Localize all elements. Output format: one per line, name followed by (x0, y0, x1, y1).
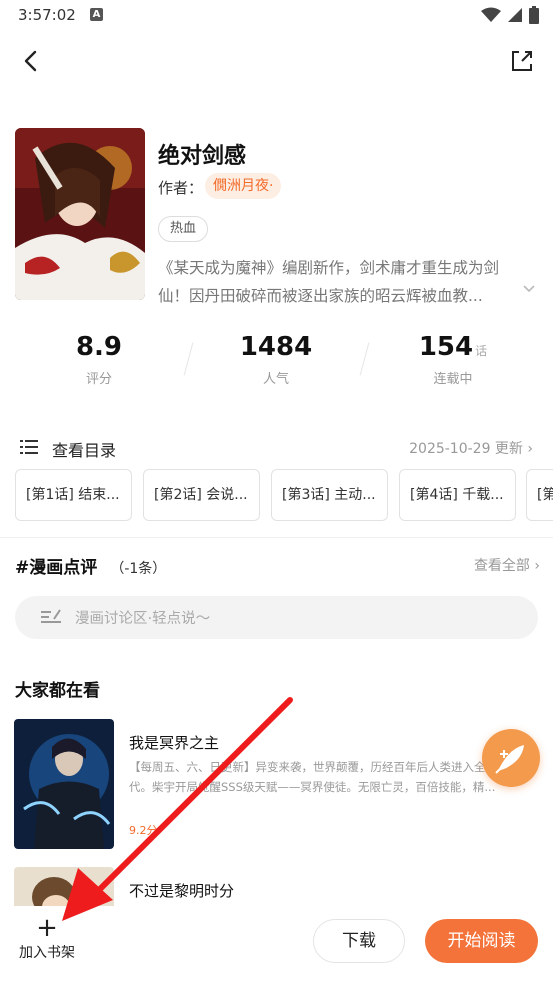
stat-popularity: 1484 人气 (201, 332, 351, 387)
start-reading-button[interactable]: 开始阅读 (425, 919, 538, 963)
status-time: 3:57:02 (18, 6, 76, 24)
comic-title: 绝对剑感 (158, 144, 247, 169)
list-icon (20, 440, 38, 454)
chapter-item[interactable]: [第 (526, 469, 553, 521)
share-button[interactable] (507, 46, 537, 76)
stat-popularity-label: 人气 (262, 372, 289, 387)
bottom-bar: + 加入书架 下载 开始阅读 (0, 906, 553, 983)
catalog-row[interactable]: 查看目录 2025-10-29 更新 › (0, 432, 553, 462)
plus-icon: + (36, 913, 58, 943)
recommend-item-title[interactable]: 不过是黎明时分 (129, 880, 234, 901)
recommend-item-desc: 【每周五、六、日更新】异变来袭，世界颠覆，历经百年后人类进入全民职时代。柴宇开局… (129, 760, 520, 794)
stat-episodes-label: 连载中 (433, 372, 473, 387)
chapter-item[interactable]: [第4话] 千载... (399, 469, 516, 521)
stats-row: 8.9 评分 1484 人气 154 话 连载中 (0, 332, 553, 402)
chapter-list: [第1话] 结束... [第2话] 会说... [第3话] 主动... [第4话… (15, 469, 553, 521)
back-arrow-icon (24, 50, 37, 72)
review-input[interactable]: 漫画讨论区·轻点说～ (15, 596, 538, 639)
chapter-item[interactable]: [第1话] 结束... (15, 469, 132, 521)
chapter-item[interactable]: [第2话] 会说... (143, 469, 260, 521)
comic-cover[interactable] (15, 128, 145, 300)
back-button[interactable] (16, 46, 46, 76)
catalog-update-text: 2025-10-29 更新 (409, 441, 523, 457)
view-all-text: 查看全部 (473, 558, 530, 574)
stat-rating: 8.9 评分 (24, 332, 174, 387)
recommend-item-score: 9.2分 (129, 824, 158, 837)
chevron-right-icon: › (534, 558, 540, 574)
recommend-cover[interactable] (14, 867, 114, 907)
recommend-cover-art (14, 719, 114, 849)
battery-icon (529, 6, 539, 24)
download-button[interactable]: 下载 (313, 919, 405, 963)
review-header: #漫画点评 （-1条） 查看全部 › (15, 553, 540, 579)
pen-lines-icon (41, 609, 61, 623)
chevron-down-icon[interactable] (522, 284, 536, 294)
recommend-title: 大家都在看 (15, 681, 100, 701)
add-to-shelf-label: 加入书架 (19, 945, 75, 961)
catalog-update[interactable]: 2025-10-29 更新 › (409, 438, 533, 458)
stat-rating-label: 评分 (85, 372, 112, 387)
signal-icon (508, 8, 522, 22)
add-to-shelf-button[interactable]: + 加入书架 (13, 913, 81, 962)
status-icons (481, 6, 539, 24)
stat-popularity-value: 1484 (239, 332, 313, 362)
catalog-label: 查看目录 (52, 441, 117, 460)
author-label: 作者： (158, 179, 204, 197)
chapter-item[interactable]: [第3话] 主动... (271, 469, 388, 521)
genre-tag[interactable]: 热血 (158, 216, 209, 242)
recommend-cover[interactable] (14, 719, 114, 849)
stat-rating-value: 8.9 (75, 332, 123, 362)
review-title: #漫画点评 (15, 558, 98, 578)
notification-icon: A (90, 8, 103, 21)
review-count: （-1条） (110, 561, 167, 577)
recommend-item-title[interactable]: 我是冥界之主 (129, 732, 219, 753)
chevron-right-icon: › (527, 441, 533, 457)
wifi-icon (481, 7, 501, 22)
stat-divider (183, 342, 194, 376)
section-divider (0, 537, 553, 538)
stat-episodes-unit: 话 (475, 344, 488, 358)
view-all-link[interactable]: 查看全部 › (474, 555, 540, 575)
review-placeholder: 漫画讨论区·轻点说～ (75, 611, 211, 627)
comment-fab[interactable] (482, 729, 540, 787)
stat-divider (359, 342, 370, 376)
comic-description[interactable]: 《某天成为魔神》编剧新作，剑术庸才重生成为剑仙！因丹田破碎而被逐出家族的昭云辉被… (158, 254, 540, 310)
top-bar (0, 40, 553, 80)
cover-illustration (15, 128, 145, 300)
stat-episodes-value: 154 (418, 332, 474, 362)
recommend-cover-art (14, 867, 114, 907)
author-chip[interactable]: 僩洲月夜· (205, 173, 282, 199)
share-icon (512, 51, 532, 71)
description-text: 《某天成为魔神》编剧新作，剑术庸才重生成为剑仙！因丹田破碎而被逐出家族的昭云辉被… (158, 259, 500, 305)
status-bar: 3:57:02 A (0, 0, 553, 32)
stat-episodes: 154 话 连载中 (378, 332, 528, 387)
feather-pen-icon (495, 745, 524, 774)
